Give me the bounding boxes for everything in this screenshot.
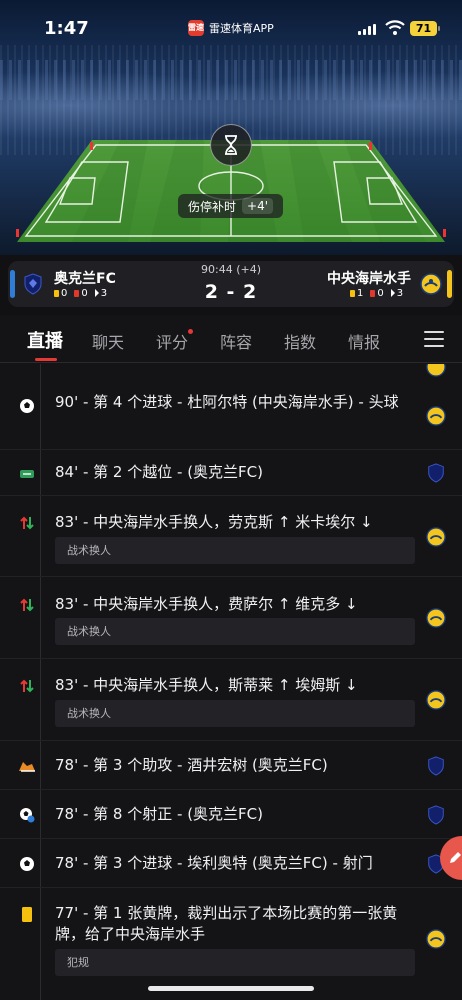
corner-flag-icon xyxy=(94,289,99,297)
event-note: 犯规 xyxy=(55,949,415,976)
home-indicator[interactable] xyxy=(148,986,314,991)
tab-ratings[interactable]: 评分 xyxy=(156,329,188,353)
yellow-card-icon xyxy=(54,289,59,297)
injury-time-pill: 伤停补时 +4' xyxy=(178,194,284,218)
yellow-card-icon xyxy=(17,905,37,925)
event-note: 战术换人 xyxy=(55,618,415,645)
goal-icon xyxy=(17,854,37,874)
home-team-stats: 0 0 3 xyxy=(54,288,107,299)
status-bar: 1:47 雷速 雷速体育APP 71 xyxy=(0,0,462,56)
injury-time-value: +4' xyxy=(242,198,274,214)
event-note: 战术换人 xyxy=(55,537,415,564)
ratings-notification-dot xyxy=(188,329,193,334)
away-red-cards: 0 xyxy=(370,288,384,299)
away-team-name[interactable]: 中央海岸水手 xyxy=(314,268,411,288)
substitution-icon xyxy=(17,676,37,696)
battery-icon: 71 xyxy=(410,21,440,36)
source-app-name: 雷速体育APP xyxy=(209,22,274,35)
home-corners: 3 xyxy=(94,288,107,299)
source-app-badge[interactable]: 雷速 雷速体育APP xyxy=(188,20,274,36)
tab-lineup[interactable]: 阵容 xyxy=(220,329,252,353)
live-event-timeline[interactable]: 90' - 第 4 个进球 - 杜阿尔特 (中央海岸水手) - 头球 84' -… xyxy=(0,364,462,1000)
event-text: 78' - 第 3 个进球 - 埃利奥特 (奥克兰FC) - 射门 xyxy=(55,854,373,872)
away-color-bar xyxy=(447,270,452,298)
match-clock: 90:44 (+4) xyxy=(201,263,261,276)
corner-flag-icon xyxy=(390,289,395,297)
event-row[interactable]: 90' - 第 4 个进球 - 杜阿尔特 (中央海岸水手) - 头球 xyxy=(0,378,462,450)
cellular-signal-icon xyxy=(358,24,376,35)
event-row[interactable]: 84' - 第 2 个越位 - (奥克兰FC) xyxy=(0,450,462,496)
event-text: 77' - 第 1 张黄牌，裁判出示了本场比赛的第一张黄牌，给了中央海岸水手 xyxy=(55,904,398,943)
away-team-logo xyxy=(426,406,446,426)
event-text: 83' - 中央海岸水手换人，斯蒂莱 ↑ 埃姆斯 ↓ xyxy=(55,676,358,694)
scoreboard: 奥克兰FC 0 0 3 90:44 (+4) 2 - 2 中央海岸水手 1 0 … xyxy=(0,255,462,315)
event-row[interactable]: 77' - 第 1 张黄牌，裁判出示了本场比赛的第一张黄牌，给了中央海岸水手 犯… xyxy=(0,889,462,1000)
active-tab-indicator xyxy=(35,358,57,361)
event-row[interactable]: 78' - 第 3 个助攻 - 酒井宏树 (奥克兰FC) xyxy=(0,742,462,790)
app-logo-icon: 雷速 xyxy=(188,20,204,36)
away-team-logo xyxy=(426,929,446,949)
home-team-logo xyxy=(428,805,444,825)
event-note: 战术换人 xyxy=(55,700,415,727)
home-team-name[interactable]: 奥克兰FC xyxy=(54,268,116,288)
match-score: 2 - 2 xyxy=(204,281,258,303)
event-text: 83' - 中央海岸水手换人，费萨尔 ↑ 维克多 ↓ xyxy=(55,595,358,613)
red-card-icon xyxy=(370,289,376,297)
event-text: 90' - 第 4 个进球 - 杜阿尔特 (中央海岸水手) - 头球 xyxy=(55,393,399,411)
event-text: 83' - 中央海岸水手换人，劳克斯 ↑ 米卡埃尔 ↓ xyxy=(55,513,373,531)
clock: 1:47 xyxy=(44,18,89,39)
assist-icon xyxy=(17,756,37,776)
away-team-logo xyxy=(426,527,446,547)
event-row[interactable]: 78' - 第 8 个射正 - (奥克兰FC) xyxy=(0,791,462,839)
away-yellow-cards: 1 xyxy=(350,288,363,299)
home-team-logo xyxy=(428,756,444,776)
home-team-logo[interactable] xyxy=(22,273,44,295)
event-text: 84' - 第 2 个越位 - (奥克兰FC) xyxy=(55,463,263,481)
substitution-icon xyxy=(17,595,37,615)
goal-icon xyxy=(17,396,37,416)
event-text: 78' - 第 8 个射正 - (奥克兰FC) xyxy=(55,805,263,823)
event-row[interactable]: 78' - 第 3 个进球 - 埃利奥特 (奥克兰FC) - 射门 xyxy=(0,840,462,888)
event-row[interactable]: 83' - 中央海岸水手换人，斯蒂莱 ↑ 埃姆斯 ↓ 战术换人 xyxy=(0,660,462,741)
away-team-logo xyxy=(426,690,446,710)
match-tabs: 直播 聊天 评分 阵容 指数 情报 xyxy=(0,315,462,363)
home-yellow-cards: 0 xyxy=(54,288,67,299)
home-red-cards: 0 xyxy=(74,288,88,299)
away-team-logo xyxy=(426,364,446,377)
home-team-logo xyxy=(428,463,444,483)
menu-icon[interactable] xyxy=(424,331,444,347)
home-color-bar xyxy=(10,270,15,298)
event-row[interactable]: 83' - 中央海岸水手换人，费萨尔 ↑ 维克多 ↓ 战术换人 xyxy=(0,578,462,659)
tab-chat[interactable]: 聊天 xyxy=(92,329,124,353)
tab-intel[interactable]: 情报 xyxy=(348,329,380,353)
tab-odds[interactable]: 指数 xyxy=(284,329,316,353)
tab-live[interactable]: 直播 xyxy=(27,327,63,353)
event-row[interactable]: 83' - 中央海岸水手换人，劳克斯 ↑ 米卡埃尔 ↓ 战术换人 xyxy=(0,497,462,577)
injury-time-label: 伤停补时 xyxy=(188,199,237,214)
away-team-logo[interactable] xyxy=(420,273,442,295)
yellow-card-icon xyxy=(350,289,355,297)
wifi-icon xyxy=(385,20,405,35)
away-team-stats: 1 0 3 xyxy=(350,288,403,299)
away-corners: 3 xyxy=(390,288,403,299)
event-text: 78' - 第 3 个助攻 - 酒井宏树 (奥克兰FC) xyxy=(55,756,328,774)
hourglass-icon xyxy=(225,135,237,155)
pencil-icon xyxy=(450,852,461,863)
substitution-icon xyxy=(17,513,37,533)
red-card-icon xyxy=(74,289,80,297)
offside-icon xyxy=(17,463,37,483)
away-team-logo xyxy=(426,608,446,628)
hourglass-button[interactable] xyxy=(210,124,252,166)
shot-on-target-icon xyxy=(17,805,37,825)
